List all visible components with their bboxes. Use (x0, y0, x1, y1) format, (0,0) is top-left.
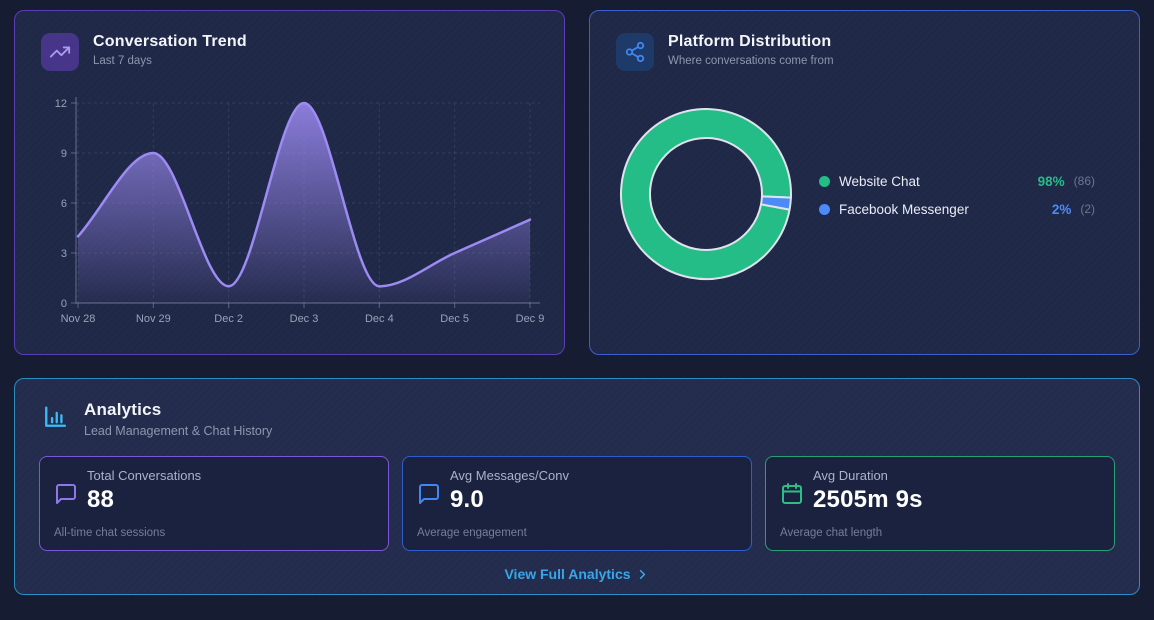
card-title: Platform Distribution (668, 33, 834, 51)
stat-value: 2505m 9s (813, 486, 923, 514)
stat-value: 88 (87, 486, 201, 514)
stat-caption: Average chat length (780, 527, 882, 539)
share-network-icon (616, 33, 654, 71)
platform-distribution-card: Platform Distribution Where conversation… (589, 10, 1140, 355)
stat-label: Avg Messages/Conv (450, 468, 569, 483)
svg-text:Nov 28: Nov 28 (61, 313, 96, 325)
donut-legend: Website Chat 98% (86) Facebook Messenger… (819, 167, 1095, 223)
svg-text:0: 0 (61, 298, 67, 310)
view-full-analytics-label: View Full Analytics (504, 566, 630, 582)
stats-row: Total Conversations 88 All-time chat ses… (39, 456, 1115, 551)
platform-donut-chart[interactable] (606, 94, 806, 294)
analytics-header: Analytics Lead Management & Chat History (15, 379, 1139, 438)
legend-percent: 2% (1052, 202, 1072, 217)
stat-label: Avg Duration (813, 468, 923, 483)
analytics-card: Analytics Lead Management & Chat History… (14, 378, 1140, 595)
svg-text:9: 9 (61, 148, 67, 160)
message-square-icon (54, 482, 78, 514)
svg-text:Dec 5: Dec 5 (440, 313, 469, 325)
analytics-title: Analytics (84, 400, 272, 420)
svg-text:12: 12 (55, 98, 67, 110)
calendar-icon (780, 482, 804, 514)
view-full-analytics-link[interactable]: View Full Analytics (15, 566, 1139, 582)
legend-count: (86) (1074, 174, 1095, 188)
trend-area-chart[interactable]: 0 3 6 9 12 Nov 28 Nov 29 Dec 2 Dec 3 Dec 4 Dec 5 De… (40, 91, 552, 331)
dashboard-page: Conversation Trend Last 7 days 0 3 6 9 12 Nov… (0, 0, 1154, 620)
stat-caption: All-time chat sessions (54, 527, 165, 539)
conversation-trend-card: Conversation Trend Last 7 days 0 3 6 9 12 Nov… (14, 10, 565, 355)
card-subtitle: Where conversations come from (668, 55, 834, 67)
stat-caption: Average engagement (417, 527, 527, 539)
svg-text:3: 3 (61, 248, 67, 260)
legend-dot (819, 204, 830, 215)
legend-percent: 98% (1038, 174, 1065, 189)
legend-label: Facebook Messenger (839, 202, 969, 217)
conversation-trend-header: Conversation Trend Last 7 days (15, 11, 564, 71)
legend-item-facebook-messenger[interactable]: Facebook Messenger 2% (2) (819, 195, 1095, 223)
stat-card-avg-messages: Avg Messages/Conv 9.0 Average engagement (402, 456, 752, 551)
bar-chart-icon (41, 403, 69, 436)
analytics-subtitle: Lead Management & Chat History (84, 424, 272, 438)
stat-card-total-conversations: Total Conversations 88 All-time chat ses… (39, 456, 389, 551)
stat-card-avg-duration: Avg Duration 2505m 9s Average chat lengt… (765, 456, 1115, 551)
svg-text:6: 6 (61, 198, 67, 210)
trending-up-icon (41, 33, 79, 71)
svg-text:Dec 9: Dec 9 (516, 313, 545, 325)
stat-label: Total Conversations (87, 468, 201, 483)
svg-text:Dec 2: Dec 2 (214, 313, 243, 325)
legend-count: (2) (1080, 202, 1095, 216)
stat-value: 9.0 (450, 486, 569, 514)
legend-item-website-chat[interactable]: Website Chat 98% (86) (819, 167, 1095, 195)
card-subtitle: Last 7 days (93, 55, 247, 67)
svg-text:Dec 4: Dec 4 (365, 313, 394, 325)
svg-text:Dec 3: Dec 3 (290, 313, 319, 325)
legend-label: Website Chat (839, 174, 920, 189)
svg-text:Nov 29: Nov 29 (136, 313, 171, 325)
message-square-icon (417, 482, 441, 514)
chevron-right-icon (635, 567, 650, 582)
card-title: Conversation Trend (93, 33, 247, 51)
platform-distribution-header: Platform Distribution Where conversation… (590, 11, 1139, 71)
legend-dot (819, 176, 830, 187)
